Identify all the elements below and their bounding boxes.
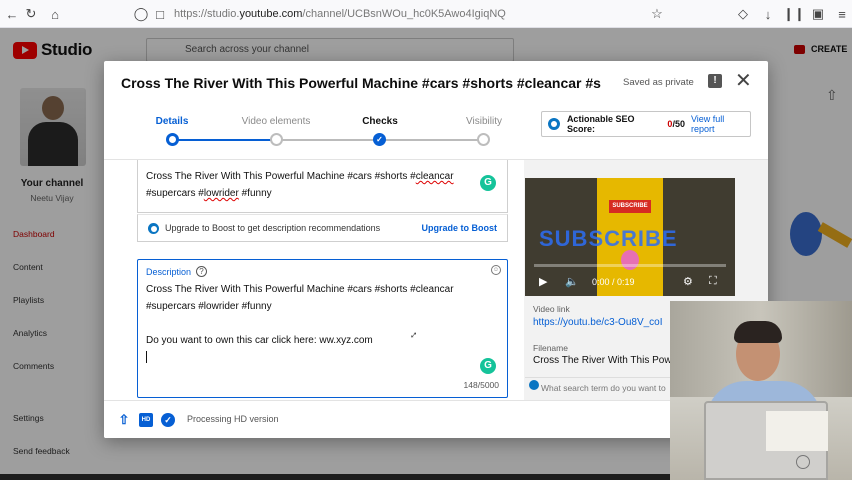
laptop-sticker bbox=[766, 411, 828, 451]
boost-banner: Upgrade to Boost to get description reco… bbox=[137, 214, 508, 242]
webcam-overlay bbox=[670, 301, 852, 480]
presenter-hair bbox=[734, 321, 782, 343]
step-connector bbox=[384, 139, 484, 141]
video-overlay-text: SUBSCRIBE bbox=[539, 226, 678, 251]
fullscreen-icon[interactable]: ⛶ bbox=[709, 275, 717, 288]
pocket-icon[interactable]: ◇ bbox=[735, 6, 751, 22]
video-link-label: Video link bbox=[533, 304, 570, 314]
step-checks-check-icon[interactable]: ✓ bbox=[373, 133, 386, 146]
reload-icon[interactable]: ↻ bbox=[23, 6, 39, 22]
seo-tool-logo-icon bbox=[529, 380, 539, 390]
step-connector bbox=[174, 139, 278, 141]
upload-status-icon: ⇧ bbox=[118, 412, 130, 427]
browser-toolbar: ← ↻ ⌂ ◯ □ https://studio.youtube.com/cha… bbox=[0, 0, 852, 28]
step-details-indicator[interactable] bbox=[166, 133, 179, 146]
description-field[interactable]: Description ? Cross The River With This … bbox=[137, 259, 508, 398]
upgrade-to-boost-link[interactable]: Upgrade to Boost bbox=[422, 223, 498, 233]
tab-video-elements[interactable]: Video elements bbox=[231, 116, 321, 127]
upload-dialog: Cross The River With This Powerful Machi… bbox=[104, 61, 768, 438]
filename-label: Filename bbox=[533, 343, 568, 353]
shield-icon[interactable]: ◯ bbox=[133, 6, 149, 22]
extension-icon[interactable]: ▣ bbox=[810, 6, 826, 22]
description-text[interactable]: Cross The River With This Powerful Machi… bbox=[146, 281, 499, 349]
grammarly-icon[interactable]: G bbox=[480, 358, 496, 374]
tab-checks[interactable]: Checks bbox=[335, 116, 425, 127]
search-term-input[interactable]: What search term do you want to bbox=[525, 377, 685, 395]
laptop bbox=[704, 401, 828, 480]
taskbar bbox=[0, 474, 670, 480]
emoji-icon[interactable]: ☺ bbox=[491, 265, 501, 275]
dialog-footer: ⇧ HD ✓ Processing HD version bbox=[104, 400, 768, 438]
seo-tool-logo-icon bbox=[148, 222, 159, 234]
library-icon[interactable]: ❙❙ bbox=[783, 6, 805, 22]
back-icon[interactable]: ← bbox=[4, 6, 20, 22]
volume-icon[interactable]: 🔈 bbox=[565, 275, 579, 288]
view-full-report-link[interactable]: View full report bbox=[691, 114, 750, 134]
feedback-icon[interactable]: ! bbox=[708, 74, 722, 88]
seo-score-badge: Actionable SEO Score: 0 /50 View full re… bbox=[541, 111, 751, 137]
step-visibility-indicator[interactable] bbox=[477, 133, 490, 146]
grammarly-icon[interactable]: G bbox=[480, 175, 496, 191]
menu-icon[interactable]: ≡ bbox=[834, 6, 850, 22]
character-count: 148/5000 bbox=[463, 380, 499, 390]
filename-value: Cross The River With This Powerful bbox=[533, 355, 692, 366]
settings-gear-icon[interactable]: ⚙ bbox=[683, 275, 693, 288]
title-field[interactable]: Cross The River With This Powerful Machi… bbox=[137, 160, 508, 213]
url-text[interactable]: https://studio.youtube.com/channel/UCBsn… bbox=[174, 8, 506, 20]
seo-tool-logo-icon bbox=[548, 118, 560, 130]
processing-status: Processing HD version bbox=[187, 414, 279, 424]
address-bar[interactable]: ◯ □ https://studio.youtube.com/channel/U… bbox=[128, 3, 676, 25]
video-link[interactable]: https://youtu.be/c3-Ou8V_coI bbox=[533, 317, 663, 328]
laptop-logo-icon bbox=[796, 455, 810, 469]
close-icon[interactable]: ✕ bbox=[735, 71, 752, 91]
bookmark-star-icon[interactable]: ☆ bbox=[649, 6, 665, 22]
description-label: Description bbox=[146, 266, 192, 277]
tab-visibility[interactable]: Visibility bbox=[439, 116, 529, 127]
video-character bbox=[621, 250, 639, 270]
step-connector bbox=[278, 139, 382, 141]
saved-status: Saved as private bbox=[623, 77, 694, 88]
title-field-line1: Cross The River With This Powerful Machi… bbox=[146, 171, 454, 182]
play-icon[interactable]: ▶ bbox=[539, 275, 547, 288]
text-caret bbox=[146, 351, 147, 363]
download-icon[interactable]: ↓ bbox=[760, 6, 776, 22]
video-player[interactable]: SUBSCRIBE SUBSCRIBE ▶ 🔈 0:00 / 0:19 ⚙ ⛶ bbox=[525, 178, 735, 296]
tab-details[interactable]: Details bbox=[127, 116, 217, 127]
title-field-line2: #supercars #lowrider #funny bbox=[146, 188, 272, 199]
checks-complete-icon: ✓ bbox=[161, 413, 175, 427]
step-video-elements-indicator[interactable] bbox=[270, 133, 283, 146]
dialog-title: Cross The River With This Powerful Machi… bbox=[121, 75, 601, 91]
hd-icon: HD bbox=[139, 413, 153, 427]
home-icon[interactable]: ⌂ bbox=[47, 6, 63, 22]
video-progress-track[interactable] bbox=[534, 264, 726, 267]
video-subscribe-graphic: SUBSCRIBE bbox=[609, 200, 651, 213]
lock-icon[interactable]: □ bbox=[152, 6, 168, 22]
help-icon[interactable]: ? bbox=[196, 266, 208, 277]
video-time: 0:00 / 0:19 bbox=[592, 277, 635, 287]
